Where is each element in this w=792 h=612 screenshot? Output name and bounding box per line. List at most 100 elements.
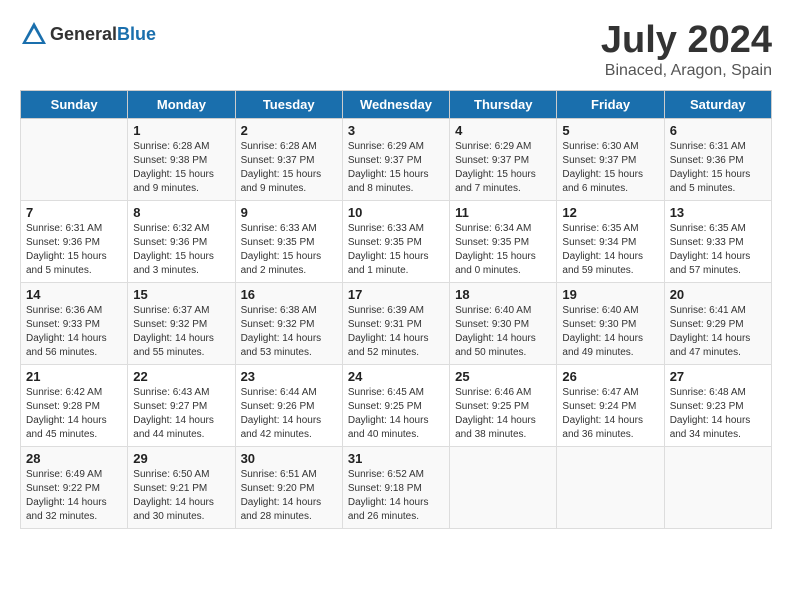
day-header-sunday: Sunday bbox=[21, 90, 128, 118]
day-number: 10 bbox=[348, 205, 444, 220]
calendar-cell: 6 Sunrise: 6:31 AMSunset: 9:36 PMDaylight… bbox=[664, 118, 771, 200]
calendar-cell: 31 Sunrise: 6:52 AMSunset: 9:18 PMDayligh… bbox=[342, 446, 449, 528]
day-number: 17 bbox=[348, 287, 444, 302]
calendar-header: SundayMondayTuesdayWednesdayThursdayFrid… bbox=[21, 90, 772, 118]
day-number: 5 bbox=[562, 123, 658, 138]
day-number: 25 bbox=[455, 369, 551, 384]
day-info: Sunrise: 6:38 AMSunset: 9:32 PMDaylight:… bbox=[241, 304, 337, 360]
day-number: 19 bbox=[562, 287, 658, 302]
day-info: Sunrise: 6:29 AMSunset: 9:37 PMDaylight:… bbox=[348, 140, 444, 196]
day-number: 31 bbox=[348, 451, 444, 466]
calendar-cell: 11 Sunrise: 6:34 AMSunset: 9:35 PMDayligh… bbox=[450, 200, 557, 282]
calendar-cell: 29Sunrise: 6:50 AMSunset: 9:21 PMDayligh… bbox=[128, 446, 235, 528]
day-info: Sunrise: 6:39 AMSunset: 9:31 PMDaylight:… bbox=[348, 304, 444, 360]
day-number: 1 bbox=[133, 123, 229, 138]
day-number: 22 bbox=[133, 369, 229, 384]
calendar-cell: 22 Sunrise: 6:43 AMSunset: 9:27 PMDayligh… bbox=[128, 364, 235, 446]
day-info: Sunrise: 6:31 AMSunset: 9:36 PMDaylight:… bbox=[670, 140, 766, 196]
calendar-cell bbox=[557, 446, 664, 528]
calendar-cell: 24Sunrise: 6:45 AMSunset: 9:25 PMDayligh… bbox=[342, 364, 449, 446]
header-row: SundayMondayTuesdayWednesdayThursdayFrid… bbox=[21, 90, 772, 118]
week-row-3: 14 Sunrise: 6:36 AMSunset: 9:33 PMDayligh… bbox=[21, 282, 772, 364]
day-info: Sunrise: 6:30 AMSunset: 9:37 PMDaylight:… bbox=[562, 140, 658, 196]
day-number: 3 bbox=[348, 123, 444, 138]
day-number: 7 bbox=[26, 205, 122, 220]
day-number: 14 bbox=[26, 287, 122, 302]
day-info: Sunrise: 6:37 AMSunset: 9:32 PMDaylight:… bbox=[133, 304, 229, 360]
day-info: Sunrise: 6:49 AMSunset: 9:22 PMDaylight:… bbox=[26, 468, 122, 524]
day-number: 8 bbox=[133, 205, 229, 220]
calendar-cell: 18 Sunrise: 6:40 AMSunset: 9:30 PMDayligh… bbox=[450, 282, 557, 364]
day-number: 12 bbox=[562, 205, 658, 220]
day-header-tuesday: Tuesday bbox=[235, 90, 342, 118]
day-header-wednesday: Wednesday bbox=[342, 90, 449, 118]
calendar-cell bbox=[664, 446, 771, 528]
page-header: GeneralBlue July 2024 Binaced, Aragon, S… bbox=[20, 20, 772, 80]
day-info: Sunrise: 6:46 AMSunset: 9:25 PMDaylight:… bbox=[455, 386, 551, 442]
week-row-4: 21Sunrise: 6:42 AMSunset: 9:28 PMDayligh… bbox=[21, 364, 772, 446]
day-info: Sunrise: 6:34 AMSunset: 9:35 PMDaylight:… bbox=[455, 222, 551, 278]
calendar-cell bbox=[450, 446, 557, 528]
week-row-2: 7 Sunrise: 6:31 AMSunset: 9:36 PMDaylight… bbox=[21, 200, 772, 282]
calendar-body: 1Sunrise: 6:28 AMSunset: 9:38 PMDaylight… bbox=[21, 118, 772, 528]
day-info: Sunrise: 6:47 AMSunset: 9:24 PMDaylight:… bbox=[562, 386, 658, 442]
calendar-cell: 4 Sunrise: 6:29 AMSunset: 9:37 PMDaylight… bbox=[450, 118, 557, 200]
day-info: Sunrise: 6:33 AMSunset: 9:35 PMDaylight:… bbox=[241, 222, 337, 278]
day-number: 4 bbox=[455, 123, 551, 138]
day-number: 13 bbox=[670, 205, 766, 220]
week-row-5: 28 Sunrise: 6:49 AMSunset: 9:22 PMDayligh… bbox=[21, 446, 772, 528]
calendar-cell: 5 Sunrise: 6:30 AMSunset: 9:37 PMDaylight… bbox=[557, 118, 664, 200]
day-number: 6 bbox=[670, 123, 766, 138]
day-number: 11 bbox=[455, 205, 551, 220]
day-number: 21 bbox=[26, 369, 122, 384]
day-number: 2 bbox=[241, 123, 337, 138]
calendar-cell: 1Sunrise: 6:28 AMSunset: 9:38 PMDaylight… bbox=[128, 118, 235, 200]
day-info: Sunrise: 6:51 AMSunset: 9:20 PMDaylight:… bbox=[241, 468, 337, 524]
calendar-table: SundayMondayTuesdayWednesdayThursdayFrid… bbox=[20, 90, 772, 529]
day-info: Sunrise: 6:52 AMSunset: 9:18 PMDaylight:… bbox=[348, 468, 444, 524]
day-info: Sunrise: 6:35 AMSunset: 9:33 PMDaylight:… bbox=[670, 222, 766, 278]
calendar-cell: 14 Sunrise: 6:36 AMSunset: 9:33 PMDayligh… bbox=[21, 282, 128, 364]
calendar-cell: 26 Sunrise: 6:47 AMSunset: 9:24 PMDayligh… bbox=[557, 364, 664, 446]
day-number: 20 bbox=[670, 287, 766, 302]
main-title: July 2024 bbox=[601, 20, 772, 62]
day-info: Sunrise: 6:40 AMSunset: 9:30 PMDaylight:… bbox=[455, 304, 551, 360]
calendar-cell: 19 Sunrise: 6:40 AMSunset: 9:30 PMDayligh… bbox=[557, 282, 664, 364]
day-header-saturday: Saturday bbox=[664, 90, 771, 118]
calendar-cell: 9Sunrise: 6:33 AMSunset: 9:35 PMDaylight… bbox=[235, 200, 342, 282]
calendar-cell: 25 Sunrise: 6:46 AMSunset: 9:25 PMDayligh… bbox=[450, 364, 557, 446]
day-number: 27 bbox=[670, 369, 766, 384]
day-number: 28 bbox=[26, 451, 122, 466]
calendar-cell: 30 Sunrise: 6:51 AMSunset: 9:20 PMDayligh… bbox=[235, 446, 342, 528]
logo-blue: Blue bbox=[117, 24, 156, 44]
day-header-thursday: Thursday bbox=[450, 90, 557, 118]
day-info: Sunrise: 6:36 AMSunset: 9:33 PMDaylight:… bbox=[26, 304, 122, 360]
day-header-friday: Friday bbox=[557, 90, 664, 118]
subtitle: Binaced, Aragon, Spain bbox=[601, 62, 772, 80]
calendar-cell: 3 Sunrise: 6:29 AMSunset: 9:37 PMDaylight… bbox=[342, 118, 449, 200]
calendar-cell: 21Sunrise: 6:42 AMSunset: 9:28 PMDayligh… bbox=[21, 364, 128, 446]
logo-icon bbox=[20, 20, 48, 48]
calendar-cell: 16 Sunrise: 6:38 AMSunset: 9:32 PMDayligh… bbox=[235, 282, 342, 364]
logo-general: General bbox=[50, 24, 117, 44]
day-info: Sunrise: 6:43 AMSunset: 9:27 PMDaylight:… bbox=[133, 386, 229, 442]
day-info: Sunrise: 6:41 AMSunset: 9:29 PMDaylight:… bbox=[670, 304, 766, 360]
day-info: Sunrise: 6:31 AMSunset: 9:36 PMDaylight:… bbox=[26, 222, 122, 278]
day-number: 18 bbox=[455, 287, 551, 302]
day-info: Sunrise: 6:32 AMSunset: 9:36 PMDaylight:… bbox=[133, 222, 229, 278]
calendar-cell: 7 Sunrise: 6:31 AMSunset: 9:36 PMDaylight… bbox=[21, 200, 128, 282]
day-number: 23 bbox=[241, 369, 337, 384]
day-number: 26 bbox=[562, 369, 658, 384]
day-info: Sunrise: 6:28 AMSunset: 9:37 PMDaylight:… bbox=[241, 140, 337, 196]
day-info: Sunrise: 6:35 AMSunset: 9:34 PMDaylight:… bbox=[562, 222, 658, 278]
day-number: 30 bbox=[241, 451, 337, 466]
day-info: Sunrise: 6:33 AMSunset: 9:35 PMDaylight:… bbox=[348, 222, 444, 278]
calendar-cell: 2 Sunrise: 6:28 AMSunset: 9:37 PMDaylight… bbox=[235, 118, 342, 200]
calendar-cell: 17 Sunrise: 6:39 AMSunset: 9:31 PMDayligh… bbox=[342, 282, 449, 364]
day-header-monday: Monday bbox=[128, 90, 235, 118]
calendar-cell: 28 Sunrise: 6:49 AMSunset: 9:22 PMDayligh… bbox=[21, 446, 128, 528]
day-number: 16 bbox=[241, 287, 337, 302]
day-info: Sunrise: 6:29 AMSunset: 9:37 PMDaylight:… bbox=[455, 140, 551, 196]
calendar-cell: 23Sunrise: 6:44 AMSunset: 9:26 PMDayligh… bbox=[235, 364, 342, 446]
day-info: Sunrise: 6:40 AMSunset: 9:30 PMDaylight:… bbox=[562, 304, 658, 360]
